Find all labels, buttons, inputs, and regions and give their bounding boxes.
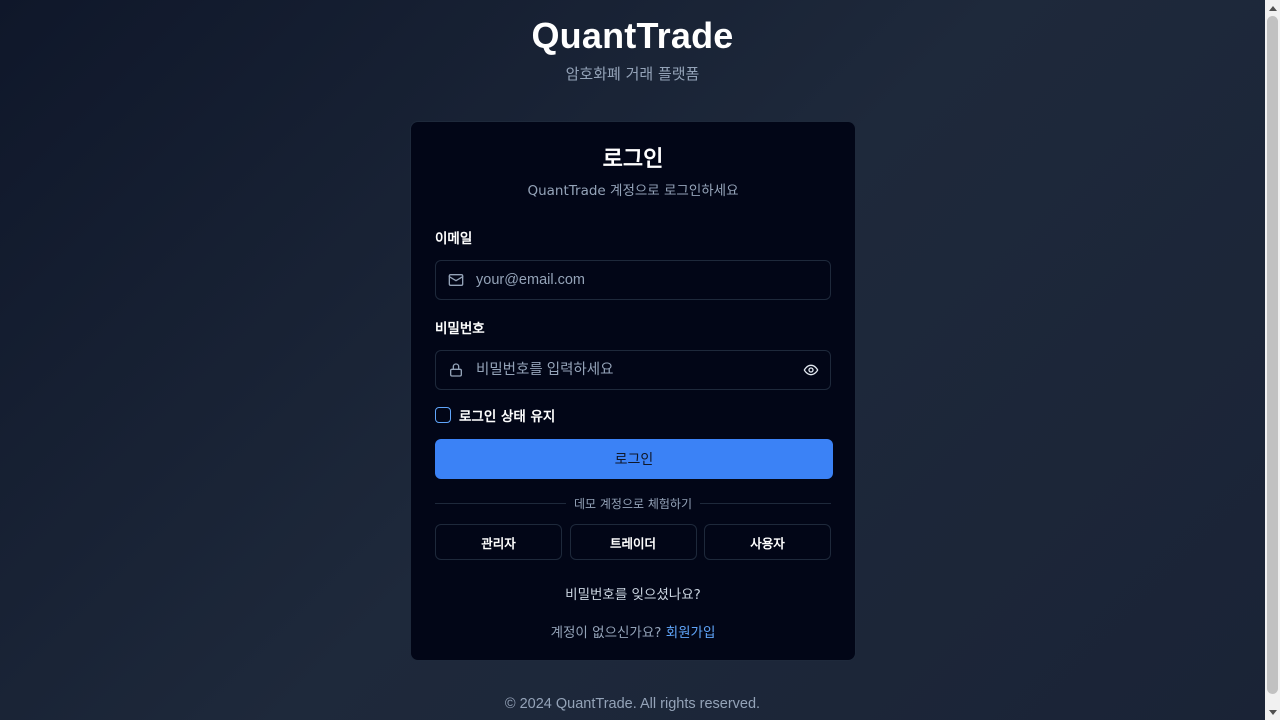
remember-me-label[interactable]: 로그인 상태 유지: [459, 405, 555, 425]
footer-copyright: © 2024 QuantTrade. All rights reserved.: [504, 696, 761, 712]
remember-me-row: 로그인 상태 유지: [435, 405, 831, 425]
demo-trader-button[interactable]: 트레이더: [569, 524, 697, 560]
forgot-password-link[interactable]: 비밀번호를 잊으셨나요?: [565, 587, 701, 603]
demo-divider-text: 데모 계정으로 체험하기: [573, 496, 693, 511]
password-field-wrapper: [435, 350, 831, 390]
forgot-password-row: 비밀번호를 잊으셨나요?: [435, 586, 831, 604]
lock-icon: [450, 363, 462, 377]
email-input[interactable]: [436, 261, 830, 299]
scroll-up-icon[interactable]: [1265, 0, 1280, 15]
signup-link[interactable]: 회원가입: [666, 625, 716, 641]
divider-line-right: [700, 502, 831, 504]
brand-header: QuantTrade 암호화폐 거래 플랫폼: [0, 14, 1265, 84]
login-button[interactable]: 로그인: [435, 439, 833, 479]
brand-subtitle: 암호화폐 거래 플랫폼: [565, 65, 700, 83]
demo-account-buttons: 관리자 트레이더 사용자: [435, 524, 831, 560]
scrollbar-thumb[interactable]: [1267, 16, 1278, 694]
divider-line-left: [435, 502, 566, 504]
demo-admin-button[interactable]: 관리자: [435, 524, 562, 560]
remember-me-checkbox[interactable]: [435, 407, 451, 423]
scroll-down-icon[interactable]: [1265, 705, 1280, 720]
demo-user-button[interactable]: 사용자: [704, 524, 831, 560]
eye-icon[interactable]: [802, 362, 820, 378]
email-label: 이메일: [435, 231, 473, 247]
login-title: 로그인: [602, 147, 664, 172]
login-page: QuantTrade 암호화폐 거래 플랫폼 로그인 QuantTrade 계정…: [0, 0, 1265, 720]
brand-title: QuantTrade: [531, 15, 734, 56]
demo-divider: 데모 계정으로 체험하기: [435, 495, 831, 511]
password-input[interactable]: [436, 351, 830, 389]
login-card: 로그인 QuantTrade 계정으로 로그인하세요 이메일 비밀번호 로: [410, 121, 856, 661]
email-field-wrapper: [435, 260, 831, 300]
vertical-scrollbar[interactable]: [1265, 0, 1280, 720]
mail-icon: [448, 274, 464, 286]
signup-row: 계정이 없으신가요? 회원가입: [435, 624, 831, 642]
signup-prompt: 계정이 없으신가요?: [550, 625, 662, 641]
password-label: 비밀번호: [435, 321, 485, 337]
login-subtitle: QuantTrade 계정으로 로그인하세요: [527, 183, 739, 199]
